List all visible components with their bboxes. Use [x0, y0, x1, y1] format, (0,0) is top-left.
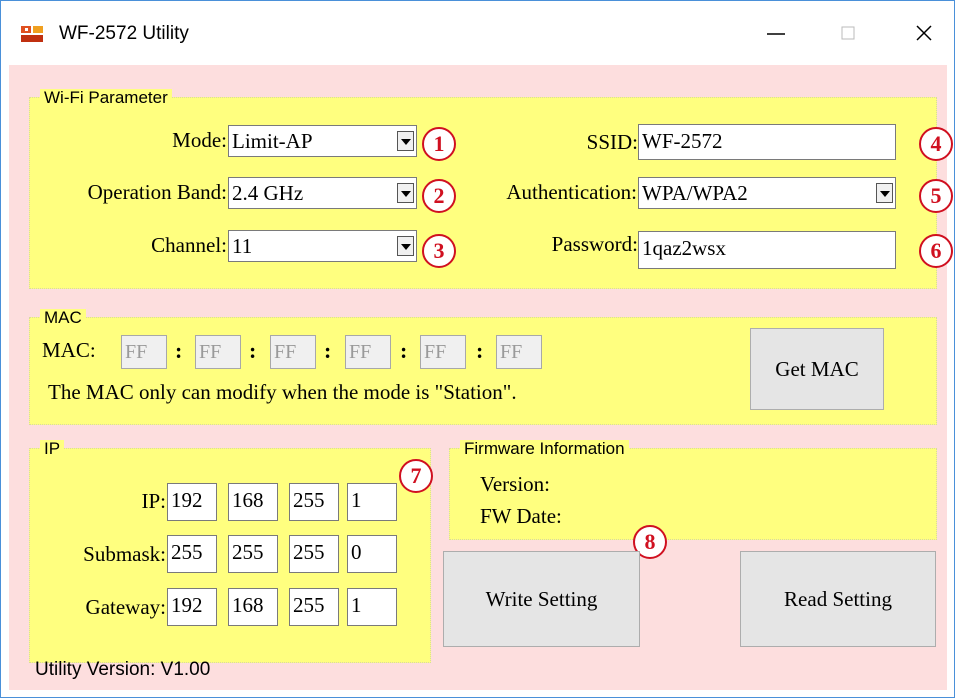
password-input[interactable]: 1qaz2wsx	[638, 231, 896, 269]
firmware-group: Firmware Information Version: FW Date:	[449, 440, 937, 540]
gateway-octet-2[interactable]: 168	[228, 588, 278, 626]
ip-group-legend: IP	[40, 440, 65, 458]
channel-value: 11	[232, 234, 253, 258]
mac-separator: :	[476, 338, 484, 363]
gateway-octet-3[interactable]: 255	[289, 588, 339, 626]
authentication-select[interactable]: WPA/WPA2	[638, 177, 896, 209]
callout-badge-7: 7	[399, 459, 433, 493]
callout-badge-1: 1	[422, 127, 456, 161]
client-area: Wi-Fi Parameter Mode: Limit-AP 1 Operati…	[9, 65, 953, 690]
callout-badge-5: 5	[919, 179, 953, 213]
operation-band-value: 2.4 GHz	[232, 181, 304, 205]
submask-octet-3[interactable]: 255	[289, 535, 339, 573]
mac-octet-6: FF	[496, 335, 542, 369]
mac-octet-4: FF	[345, 335, 391, 369]
password-label: Password:	[551, 232, 638, 256]
chevron-down-icon[interactable]	[397, 183, 414, 203]
mac-octet-3: FF	[270, 335, 316, 369]
chevron-down-icon[interactable]	[397, 131, 414, 151]
mac-note: The MAC only can modify when the mode is…	[48, 380, 517, 404]
ssid-value: WF-2572	[642, 129, 723, 153]
firmware-date-label: FW Date:	[480, 504, 562, 528]
callout-badge-3: 3	[422, 234, 456, 268]
firmware-group-legend: Firmware Information	[460, 440, 629, 458]
ip-octet-2[interactable]: 168	[228, 483, 278, 521]
gateway-label: Gateway:	[85, 595, 166, 619]
password-value: 1qaz2wsx	[642, 236, 726, 260]
wifi-parameter-group: Wi-Fi Parameter Mode: Limit-AP 1 Operati…	[29, 89, 953, 289]
gateway-octet-4[interactable]: 1	[347, 588, 397, 626]
submask-octet-4[interactable]: 0	[347, 535, 397, 573]
mode-label: Mode:	[172, 128, 227, 152]
mac-separator: :	[249, 338, 257, 363]
close-icon	[916, 25, 932, 41]
mac-separator: :	[400, 338, 408, 363]
wifi-group-legend: Wi-Fi Parameter	[40, 89, 172, 107]
chevron-down-icon[interactable]	[876, 183, 893, 203]
mac-label: MAC:	[42, 338, 96, 362]
operation-band-select[interactable]: 2.4 GHz	[228, 177, 417, 209]
window-title: WF-2572 Utility	[59, 23, 189, 44]
mode-value: Limit-AP	[232, 129, 313, 153]
submask-octet-2[interactable]: 255	[228, 535, 278, 573]
chevron-down-icon[interactable]	[397, 236, 414, 256]
read-setting-button[interactable]: Read Setting	[740, 551, 936, 647]
ssid-input[interactable]: WF-2572	[638, 124, 896, 160]
mac-separator: :	[175, 338, 183, 363]
ip-label: IP:	[141, 489, 166, 513]
firmware-version-label: Version:	[480, 472, 550, 496]
ip-octet-4[interactable]: 1	[347, 483, 397, 521]
get-mac-button[interactable]: Get MAC	[750, 328, 884, 410]
mac-group-legend: MAC	[40, 309, 86, 327]
title-bar[interactable]: WF-2572 Utility	[1, 1, 954, 65]
maximize-button[interactable]	[818, 13, 878, 53]
ip-octet-1[interactable]: 192	[167, 483, 217, 521]
app-logo-icon	[20, 24, 44, 44]
app-window: WF-2572 Utility Wi-Fi Parameter Mode: Li…	[0, 0, 955, 698]
callout-badge-6: 6	[919, 234, 953, 268]
minimize-icon	[767, 33, 785, 35]
utility-version: Utility Version: V1.00	[35, 659, 211, 680]
write-setting-button[interactable]: Write Setting	[443, 551, 640, 647]
callout-badge-4: 4	[919, 127, 953, 161]
close-button[interactable]	[894, 13, 954, 53]
ip-octet-3[interactable]: 255	[289, 483, 339, 521]
mac-octet-5: FF	[420, 335, 466, 369]
operation-band-label: Operation Band:	[87, 180, 227, 204]
mac-octet-2: FF	[195, 335, 241, 369]
mode-select[interactable]: Limit-AP	[228, 125, 417, 157]
authentication-label: Authentication:	[506, 180, 637, 204]
maximize-icon	[841, 26, 855, 40]
channel-select[interactable]: 11	[228, 230, 417, 262]
ip-group: IP IP: 192 168 255 1 Submask: 255 255 25…	[29, 440, 433, 663]
submask-octet-1[interactable]: 255	[167, 535, 217, 573]
ssid-label: SSID:	[586, 130, 638, 154]
mac-separator: :	[324, 338, 332, 363]
callout-badge-2: 2	[422, 179, 456, 213]
gateway-octet-1[interactable]: 192	[167, 588, 217, 626]
channel-label: Channel:	[151, 233, 227, 257]
mac-group: MAC MAC: FF : FF : FF : FF : FF : FF The…	[29, 309, 937, 425]
authentication-value: WPA/WPA2	[642, 181, 748, 205]
submask-label: Submask:	[83, 542, 166, 566]
minimize-button[interactable]	[746, 13, 806, 53]
mac-octet-1: FF	[121, 335, 167, 369]
